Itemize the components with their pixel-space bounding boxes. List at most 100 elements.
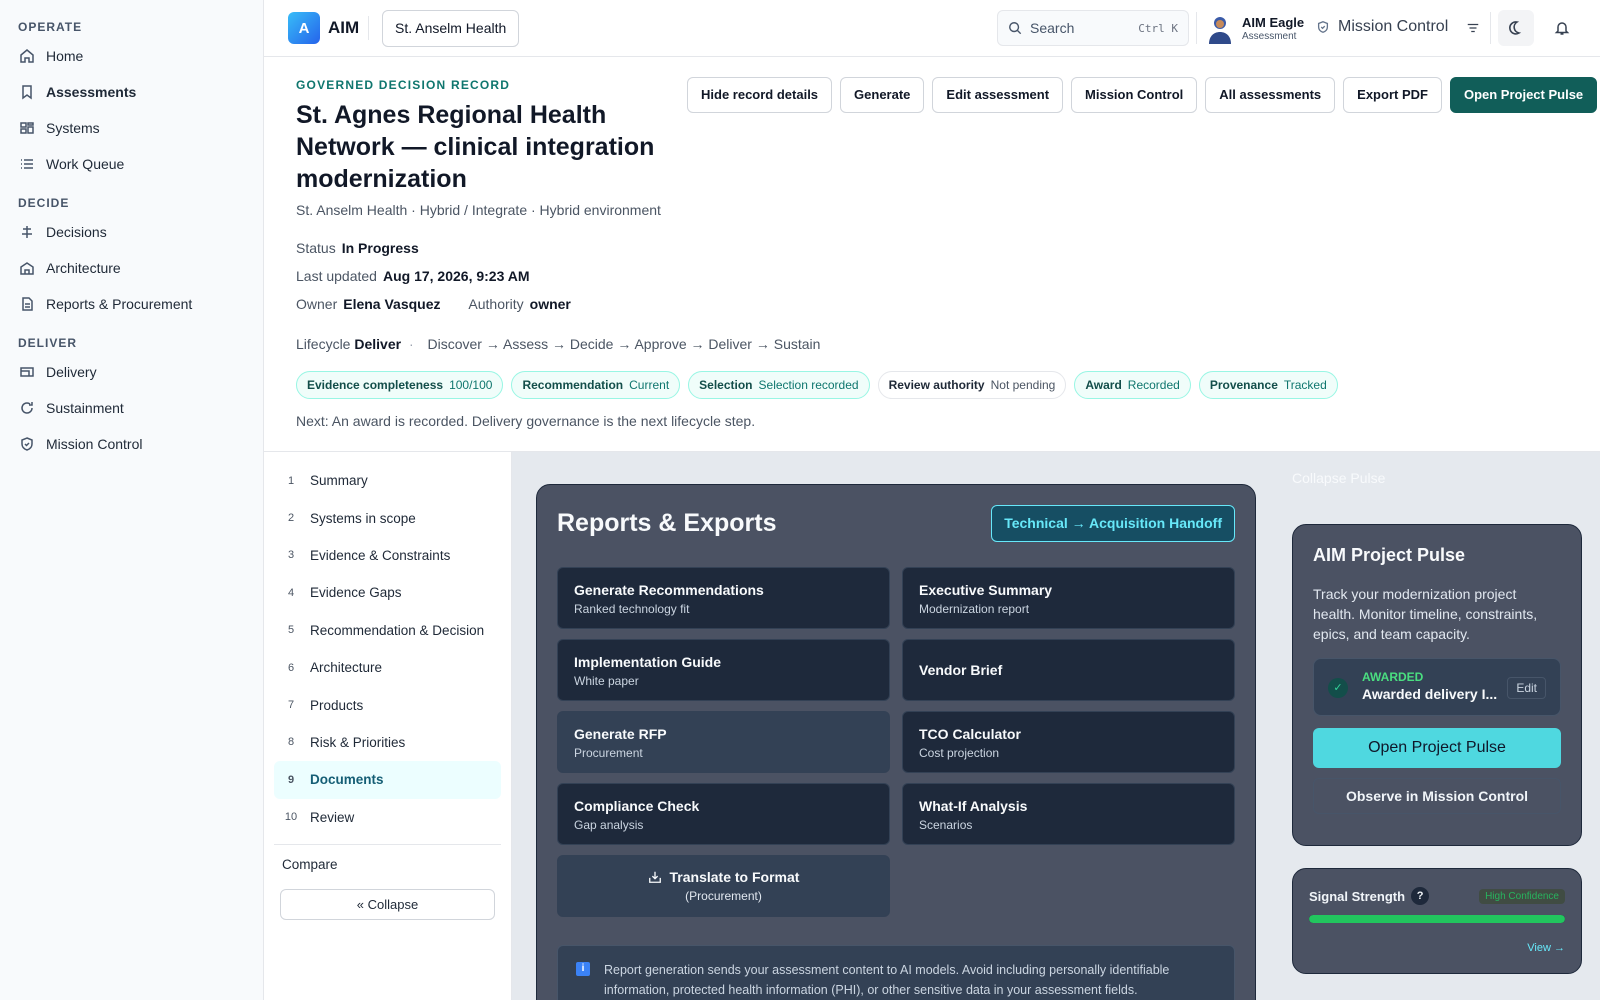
app-name: AIM — [328, 18, 360, 37]
view-signal-link[interactable]: View → — [1527, 942, 1565, 954]
sidebar-item-decisions[interactable]: Decisions — [0, 214, 263, 250]
step-evidence-gaps[interactable]: 4 Evidence Gaps — [274, 574, 501, 611]
lifecycle-label: Lifecycle — [296, 336, 351, 352]
sidebar: OPERATE Home Assessments Systems Work Qu… — [0, 0, 264, 1000]
chip-evidence-completeness[interactable]: Evidence completeness 100/100 — [296, 371, 504, 399]
search-placeholder: Search — [1030, 20, 1075, 36]
sidebar-item-mission-control[interactable]: Mission Control — [0, 426, 263, 462]
avatar[interactable] — [1206, 14, 1234, 44]
pulse-title: AIM Project Pulse — [1313, 545, 1466, 565]
check-circle-icon: ✓ — [1328, 678, 1348, 698]
search-shortcut: Ctrl K — [1138, 21, 1178, 35]
mission-control-button[interactable]: Mission Control — [1071, 77, 1198, 113]
chip-recommendation[interactable]: Recommendation Current — [511, 371, 681, 399]
step-review[interactable]: 10 Review — [274, 799, 501, 836]
nav-section-deliver: DELIVER — [18, 336, 78, 350]
collapse-steps-button[interactable]: « Collapse — [280, 888, 495, 920]
sidebar-item-label: Systems — [46, 120, 100, 136]
compliance-check-card[interactable]: Compliance Check Gap analysis — [557, 783, 890, 845]
generate-recommendations-card[interactable]: Generate Recommendations Ranked technolo… — [557, 567, 890, 629]
record-subtitle: St. Anselm Health · Hybrid / Integrate ·… — [296, 202, 661, 218]
vendor-brief-card[interactable]: Vendor Brief — [902, 639, 1235, 701]
info-icon: i — [576, 962, 590, 976]
sidebar-item-systems[interactable]: Systems — [0, 110, 263, 146]
owner-value: Elena Vasquez — [343, 296, 441, 312]
sidebar-item-label: Home — [46, 48, 84, 64]
edit-award-button[interactable]: Edit — [1507, 677, 1546, 699]
translate-sub: (Procurement) — [685, 889, 762, 903]
updated-label: Last updated — [296, 268, 377, 284]
generate-button[interactable]: Generate — [840, 77, 925, 113]
grid-icon — [18, 119, 36, 137]
step-recommendation-decision[interactable]: 5 Recommendation & Decision — [274, 612, 501, 649]
chip-review-authority[interactable]: Review authority Not pending — [877, 371, 1067, 399]
owner-row: Owner Elena Vasquez Authority owner — [296, 296, 571, 312]
bell-icon[interactable] — [1551, 17, 1573, 39]
scale-icon — [18, 223, 36, 241]
open-project-pulse-panel-button[interactable]: Open Project Pulse — [1313, 728, 1561, 768]
help-icon[interactable]: ? — [1411, 887, 1430, 905]
sidebar-item-reports-procurement[interactable]: Reports & Procurement — [0, 286, 263, 322]
signal-strength-fill — [1309, 915, 1565, 923]
step-risk-priorities[interactable]: 8 Risk & Priorities — [274, 724, 501, 761]
step-summary[interactable]: 1 Summary — [274, 462, 501, 499]
export-pdf-button[interactable]: Export PDF — [1343, 77, 1442, 113]
generate-rfp-card[interactable]: Generate RFP Procurement — [557, 711, 890, 773]
compare-link[interactable]: Compare — [264, 845, 511, 883]
sidebar-item-label: Decisions — [46, 224, 107, 240]
open-project-pulse-button[interactable]: Open Project Pulse — [1449, 77, 1598, 113]
translate-to-format-card[interactable]: Translate to Format (Procurement) — [557, 855, 890, 917]
user-role: Assessment — [1242, 31, 1297, 42]
sidebar-item-delivery[interactable]: Delivery — [0, 354, 263, 390]
download-tray-icon — [648, 870, 662, 884]
hide-record-details-button[interactable]: Hide record details — [687, 77, 833, 113]
theme-toggle-button[interactable] — [1498, 10, 1534, 46]
implementation-guide-card[interactable]: Implementation Guide White paper — [557, 639, 890, 701]
list-icon — [18, 155, 36, 173]
collapse-pulse-link[interactable]: Collapse Pulse — [1292, 470, 1385, 486]
chip-award[interactable]: Award Recorded — [1074, 371, 1191, 399]
acquisition-handoff-button[interactable]: Technical → Acquisition Handoff — [991, 505, 1235, 542]
lifecycle-value: Deliver — [354, 336, 402, 352]
app-logo[interactable]: A — [288, 12, 320, 44]
divider — [1490, 12, 1491, 44]
executive-summary-card[interactable]: Executive Summary Modernization report — [902, 567, 1235, 629]
search-input[interactable]: Search Ctrl K — [997, 10, 1189, 46]
tco-calculator-card[interactable]: TCO Calculator Cost projection — [902, 711, 1235, 773]
step-architecture[interactable]: 6 Architecture — [274, 649, 501, 686]
step-systems-in-scope[interactable]: 2 Systems in scope — [274, 499, 501, 536]
moon-icon — [1508, 20, 1524, 36]
mission-control-link[interactable]: Mission Control — [1316, 18, 1448, 36]
status-chips: Evidence completeness 100/100 Recommendat… — [296, 371, 1338, 399]
sidebar-item-label: Sustainment — [46, 400, 124, 416]
sidebar-item-architecture[interactable]: Architecture — [0, 250, 263, 286]
sidebar-item-work-queue[interactable]: Work Queue — [0, 146, 263, 182]
privacy-text: Report generation sends your assessment … — [604, 963, 1170, 997]
chip-provenance[interactable]: Provenance Tracked — [1198, 371, 1338, 399]
step-documents[interactable]: 9 Documents — [274, 761, 501, 799]
filter-lines-icon[interactable] — [1462, 17, 1484, 39]
sidebar-item-sustainment[interactable]: Sustainment — [0, 390, 263, 426]
user-name: AIM Eagle — [1242, 15, 1305, 30]
what-if-analysis-card[interactable]: What-If Analysis Scenarios — [902, 783, 1235, 845]
sidebar-item-label: Reports & Procurement — [46, 296, 193, 312]
authority-label: Authority — [468, 296, 524, 312]
reports-exports-panel: Reports & Exports Technical → Acquisitio… — [536, 484, 1256, 1000]
sidebar-item-label: Work Queue — [46, 156, 125, 172]
sidebar-item-home[interactable]: Home — [0, 38, 263, 74]
record-actions: Hide record details Generate Edit assess… — [687, 77, 1598, 113]
building-icon — [18, 259, 36, 277]
sidebar-item-label: Mission Control — [46, 436, 143, 452]
privacy-notice: i Report generation sends your assessmen… — [557, 945, 1235, 1000]
sidebar-item-assessments[interactable]: Assessments — [0, 74, 263, 110]
step-products[interactable]: 7 Products — [274, 686, 501, 723]
all-assessments-button[interactable]: All assessments — [1205, 77, 1336, 113]
edit-assessment-button[interactable]: Edit assessment — [932, 77, 1064, 113]
observe-mission-control-button[interactable]: Observe in Mission Control — [1313, 778, 1561, 814]
awarded-status-card: ✓ AWARDED Awarded delivery I... Edit — [1313, 658, 1561, 716]
home-icon — [18, 47, 36, 65]
signal-strength-bar — [1309, 915, 1565, 923]
step-evidence-constraints[interactable]: 3 Evidence & Constraints — [274, 537, 501, 574]
chip-selection[interactable]: Selection Selection recorded — [688, 371, 870, 399]
org-switcher-button[interactable]: St. Anselm Health — [382, 10, 520, 47]
